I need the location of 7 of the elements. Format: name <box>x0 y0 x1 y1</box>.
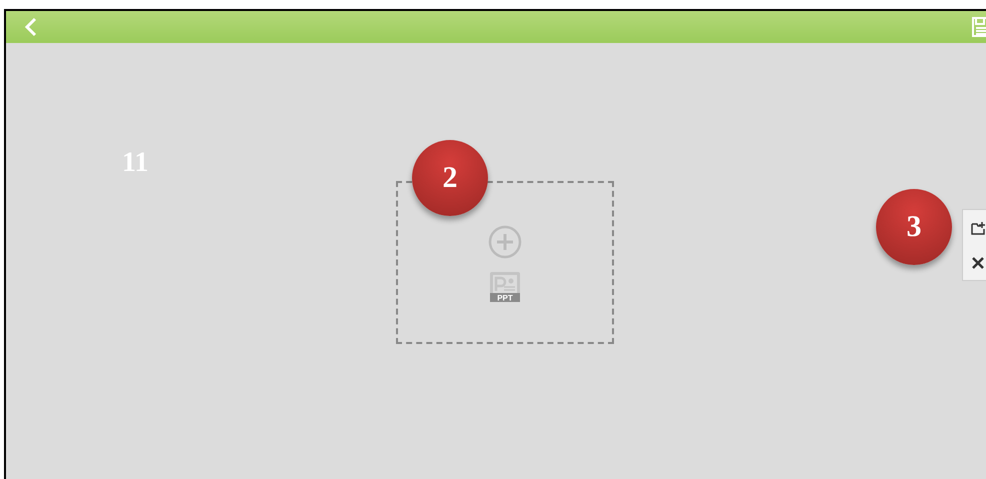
presentation-file-icon: PPT <box>489 271 521 303</box>
add-icon[interactable] <box>488 225 522 259</box>
step-marker: 2 <box>412 140 488 216</box>
step-marker: 3 <box>876 189 952 265</box>
save-icon[interactable] <box>972 17 986 37</box>
back-icon[interactable] <box>24 17 38 37</box>
new-folder-icon[interactable] <box>970 220 984 234</box>
